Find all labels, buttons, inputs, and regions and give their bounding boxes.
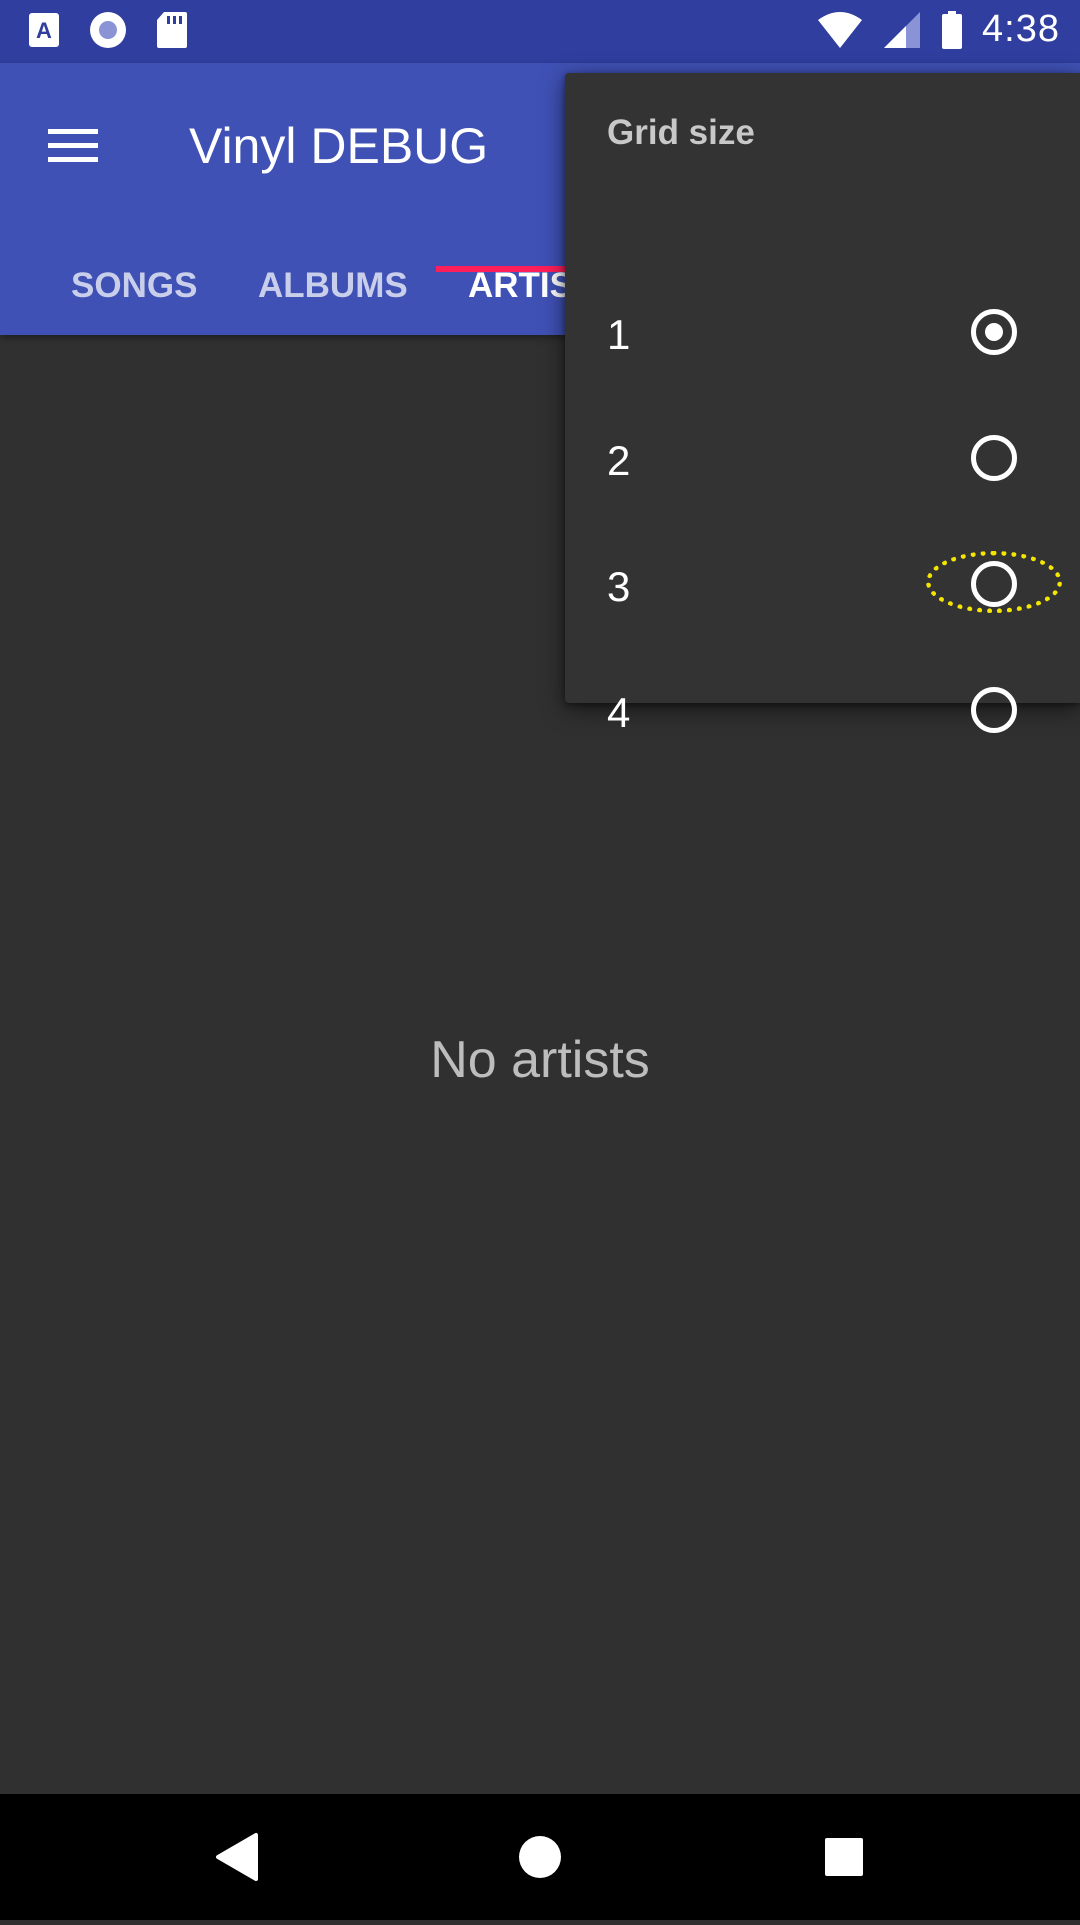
navigation-bar <box>0 1794 1080 1920</box>
radio-button[interactable] <box>971 687 1017 733</box>
back-icon <box>216 1833 258 1881</box>
radio-button[interactable] <box>971 561 1017 607</box>
option-label: 2 <box>607 437 631 484</box>
sd-card-icon <box>157 12 187 48</box>
grid-size-menu: Grid size 1 2 3 4 <box>565 73 1080 736</box>
tab-songs[interactable]: SONGS <box>71 231 197 335</box>
svg-text:A: A <box>36 18 52 43</box>
battery-icon <box>942 10 963 49</box>
hamburger-menu-icon <box>48 129 98 162</box>
option-label: 1 <box>607 311 631 358</box>
tab-albums[interactable]: ALBUMS <box>258 231 408 335</box>
record-icon <box>90 12 126 48</box>
grid-option-1[interactable]: 1 <box>565 273 1080 399</box>
clock: 4:38 <box>982 8 1060 50</box>
empty-state-text: No artists <box>430 1031 650 1089</box>
grid-option-2[interactable]: 2 <box>565 399 1080 525</box>
radio-button-checked[interactable] <box>971 309 1017 355</box>
signal-icon <box>884 11 921 48</box>
option-label: 4 <box>607 689 631 736</box>
radio-button[interactable] <box>971 435 1017 481</box>
app-title: Vinyl DEBUG <box>189 118 489 174</box>
recents-button[interactable] <box>781 1794 907 1920</box>
home-button[interactable] <box>477 1794 603 1920</box>
status-bar: A 4:38 <box>0 0 1080 63</box>
system-status: 4:38 <box>816 8 1060 51</box>
grid-option-3[interactable]: 3 <box>565 525 1080 651</box>
home-icon <box>519 1836 561 1878</box>
menu-title: Grid size <box>607 113 755 152</box>
recents-icon <box>825 1838 863 1876</box>
option-label: 3 <box>607 563 631 610</box>
grid-option-4[interactable]: 4 <box>565 651 1080 777</box>
back-button[interactable] <box>174 1794 300 1920</box>
accessibility-icon: A <box>29 13 59 47</box>
menu-button[interactable] <box>40 113 106 179</box>
wifi-icon <box>818 11 863 48</box>
notification-icons: A <box>28 10 188 50</box>
